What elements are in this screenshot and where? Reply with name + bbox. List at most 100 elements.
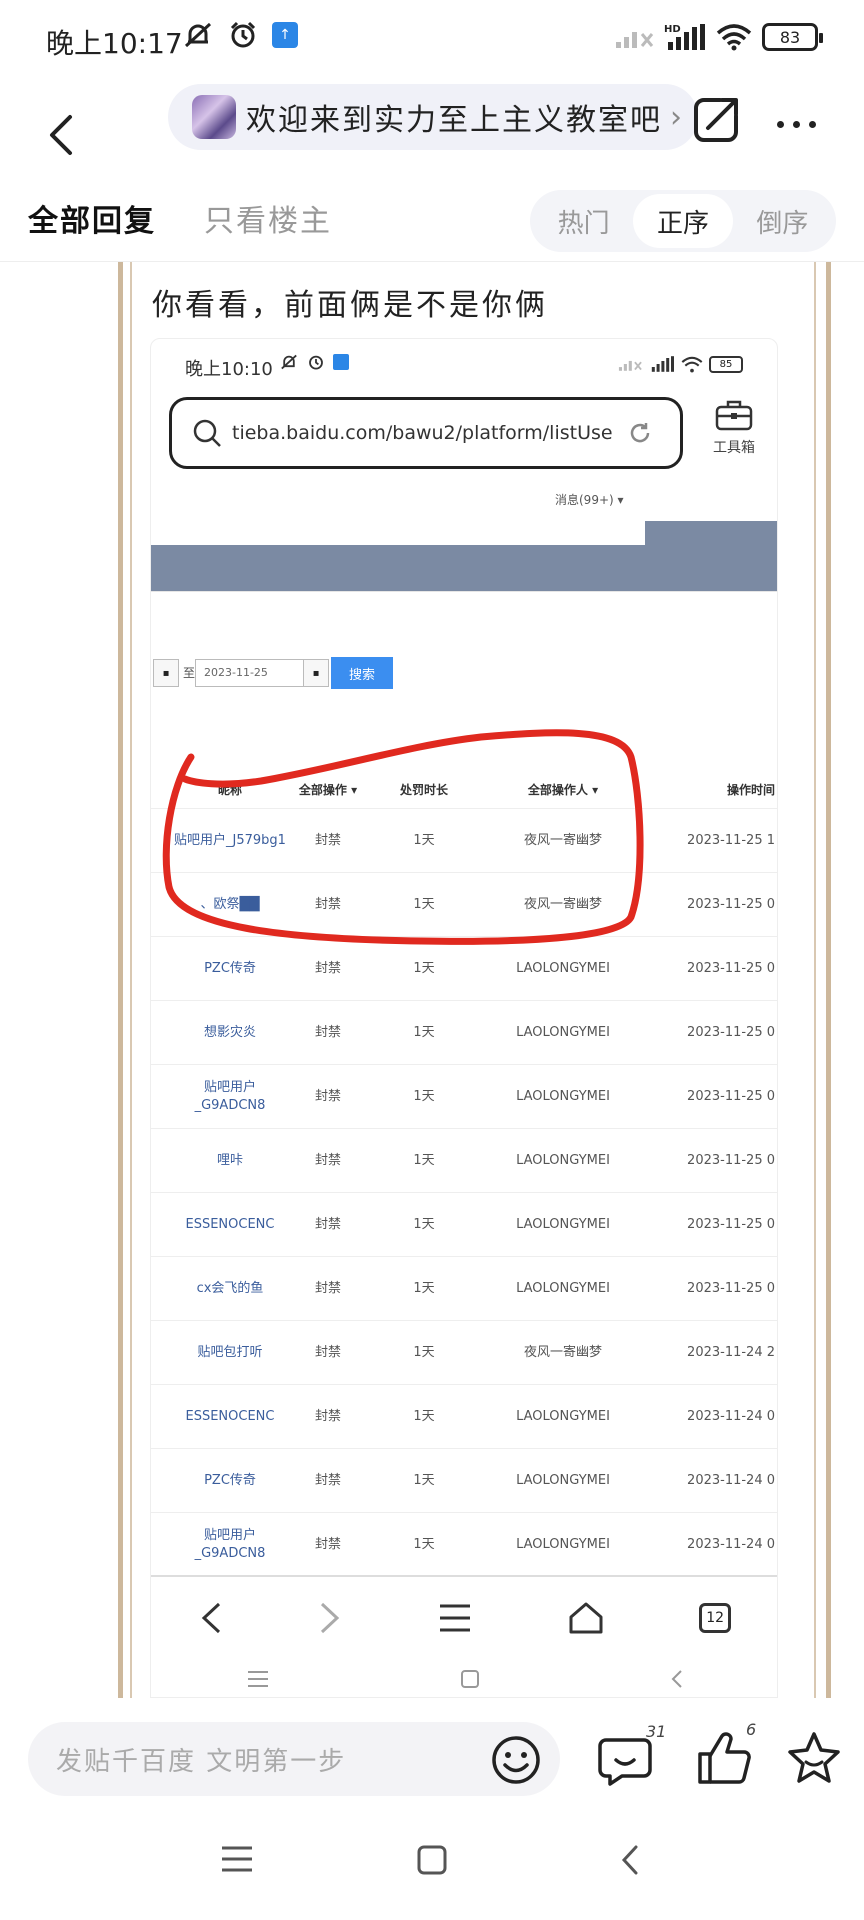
tab-all-replies[interactable]: 全部回复 [28, 196, 156, 240]
sort-descending[interactable]: 倒序 [733, 194, 832, 248]
shot-date-input: 2023-11-25 [195, 659, 307, 687]
table-row: cx会飞的鱼 封禁 1天 LAOLONGYMEI 2023-11-25 0 [151, 1257, 777, 1321]
sort-toggle: 热门 正序 倒序 [530, 190, 836, 252]
shot-status-time: 晚上10:10 [185, 359, 273, 380]
like-button[interactable] [694, 1730, 754, 1788]
cell-nickname: PZC传奇 [204, 1472, 256, 1488]
cell-action: 封禁 [314, 1472, 341, 1488]
cell-operator: LAOLONGYMEI [516, 1024, 610, 1040]
cell-time: 2023-11-25 1 [687, 832, 775, 848]
reply-bar: 发贴千百度 文明第一步 31 6 [0, 1698, 864, 1818]
row-spacer [151, 1065, 173, 1128]
home-button[interactable] [416, 1844, 448, 1876]
cell-time: 2023-11-24 0 [687, 1536, 775, 1552]
search-icon [193, 419, 221, 447]
row-spacer [151, 1321, 173, 1384]
recents-menu-button[interactable] [220, 1844, 254, 1874]
cell-time: 2023-11-25 0 [687, 960, 775, 976]
calendar-icon: ▪ [153, 659, 179, 687]
cell-action: 封禁 [314, 1088, 341, 1104]
status-time: 晚上10:17 [46, 27, 183, 60]
cell-nickname: 贴吧包打听 [197, 1344, 263, 1360]
cell-time: 2023-11-24 0 [687, 1408, 775, 1424]
signal-icon [616, 32, 654, 48]
tabs-count: 12 [706, 1610, 725, 1626]
row-spacer [151, 1385, 173, 1448]
more-dot-icon [776, 120, 784, 128]
svg-text:HD: HD [664, 24, 681, 35]
back-button[interactable] [30, 100, 90, 170]
cell-nickname: cx会飞的鱼 [196, 1280, 264, 1296]
cell-time: 2023-11-24 2 [687, 1344, 775, 1360]
sort-hot[interactable]: 热门 [534, 194, 633, 248]
table-row: 贴吧用户_G9ADCN8 封禁 1天 LAOLONGYMEI 2023-11-25 0 [151, 1065, 777, 1129]
cell-operator: LAOLONGYMEI [516, 1408, 610, 1424]
col-header-time: 操作时间 [726, 782, 775, 797]
chevron-left-icon [50, 115, 72, 155]
alarm-icon [309, 355, 323, 370]
forum-avatar [192, 95, 236, 139]
shot-messages: 消息(99+) ▾ [555, 493, 624, 507]
cell-nickname: 想影灾炎 [203, 1024, 256, 1040]
cell-time: 2023-11-25 0 [687, 896, 775, 912]
more-options-button[interactable] [766, 104, 826, 144]
cell-duration: 1天 [413, 1152, 435, 1168]
emoji-button[interactable] [490, 1734, 542, 1786]
cell-operator: LAOLONGYMEI [516, 1472, 610, 1488]
cell-action: 封禁 [314, 1216, 341, 1232]
cell-operator: LAOLONGYMEI [516, 1216, 610, 1232]
cell-nickname: 贴吧用户_G9ADCN8 [194, 1079, 266, 1113]
toolbox-icon [715, 400, 753, 431]
cell-time: 2023-11-25 0 [687, 1088, 775, 1104]
cell-duration: 1天 [413, 1024, 435, 1040]
post-text: 你看看，前面俩是不是你俩 [152, 288, 548, 323]
shot-url-text: tieba.baidu.com/bawu2/platform/listUserL… [232, 422, 612, 444]
cell-time: 2023-11-25 0 [687, 1280, 775, 1296]
like-count: 6 [746, 1720, 757, 1739]
shot-system-nav [151, 1659, 777, 1697]
more-dot-icon [792, 120, 800, 128]
table-row: PZC传奇 封禁 1天 LAOLONGYMEI 2023-11-24 0 [151, 1449, 777, 1513]
cell-action: 封禁 [314, 1344, 341, 1360]
row-spacer [151, 1129, 173, 1192]
status-right-icons: HD 83 [614, 22, 823, 52]
favorite-star-button[interactable] [786, 1730, 842, 1786]
signal-icon [618, 360, 642, 371]
shot-status-left-icons [279, 353, 349, 371]
forward-icon [321, 1602, 340, 1634]
cell-nickname: 贴吧用户_G9ADCN8 [194, 1527, 266, 1561]
calendar-icon: ▪ [303, 659, 329, 687]
cell-nickname: ESSENOCENC [185, 1216, 275, 1232]
cell-nickname: ESSENOCENC [185, 1408, 275, 1424]
tab-only-op[interactable]: 只看楼主 [204, 196, 332, 240]
row-spacer [151, 1257, 173, 1320]
shot-toolbox: 工具箱 [699, 397, 769, 457]
cell-duration: 1天 [413, 1536, 435, 1552]
cell-action: 封禁 [314, 1536, 341, 1552]
share-button[interactable] [690, 94, 742, 146]
battery-indicator: 85 [709, 355, 743, 373]
reply-input[interactable]: 发贴千百度 文明第一步 [28, 1722, 560, 1796]
mute-icon [184, 22, 212, 48]
cell-duration: 1天 [413, 1472, 435, 1488]
battery-indicator: 83 [762, 23, 823, 51]
cell-time: 2023-11-25 0 [687, 1152, 775, 1168]
post-image-screenshot[interactable]: 晚上10:10 85 tieba.baidu.com/bawu2/platfor… [150, 338, 778, 1698]
shot-status-right-icons: 85 [617, 355, 743, 373]
row-spacer [151, 1001, 173, 1064]
sort-ascending[interactable]: 正序 [633, 194, 733, 248]
cell-duration: 1天 [413, 1344, 435, 1360]
hd-signal-icon [651, 356, 674, 372]
cell-operator: LAOLONGYMEI [516, 1152, 610, 1168]
forum-entry-button[interactable]: 欢迎来到实力至上主义教室吧 › [168, 84, 698, 150]
cell-time: 2023-11-24 0 [687, 1472, 775, 1488]
cell-duration: 1天 [413, 1088, 435, 1104]
system-back-button[interactable] [620, 1844, 640, 1876]
chevron-right-icon: › [670, 99, 682, 135]
cell-operator: LAOLONGYMEI [516, 1280, 610, 1296]
cell-time: 2023-11-25 0 [687, 1216, 775, 1232]
cell-action: 封禁 [314, 1280, 341, 1296]
cell-duration: 1天 [413, 1408, 435, 1424]
shot-date-separator: 至 [183, 666, 196, 680]
reply-placeholder: 发贴千百度 文明第一步 [56, 1746, 347, 1777]
